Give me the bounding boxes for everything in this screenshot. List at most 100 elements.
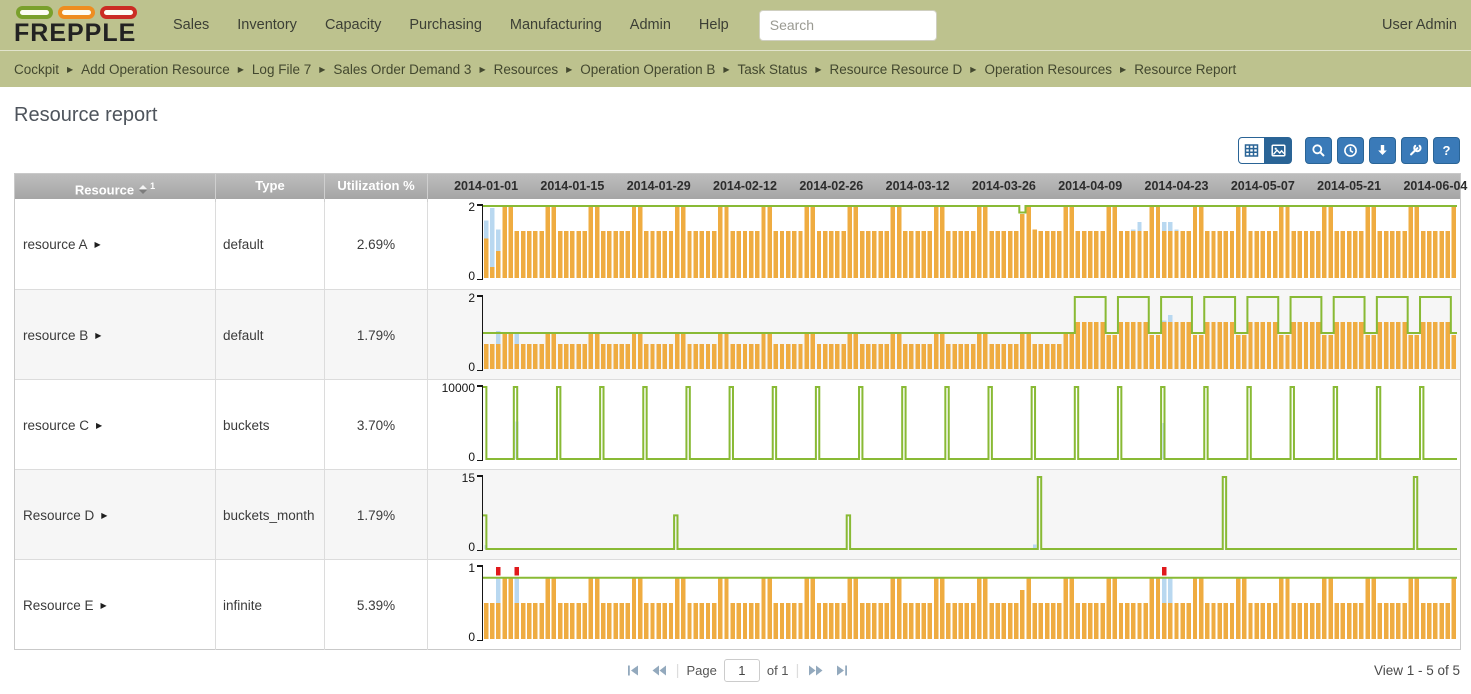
- last-page-icon: [835, 664, 849, 677]
- resource-name-cell: resource A ▶: [15, 199, 216, 289]
- column-header-type[interactable]: Type: [216, 174, 325, 202]
- breadcrumb-separator-icon: ▶: [970, 65, 976, 74]
- breadcrumb-item[interactable]: Resource Report: [1134, 62, 1236, 77]
- type-cell: buckets_month: [216, 470, 325, 560]
- utilization-chart: [483, 565, 1457, 641]
- resource-link[interactable]: Resource E: [23, 598, 94, 613]
- table-header-row: Resource1 Type Utilization % 2014-01-012…: [15, 174, 1460, 199]
- utilization-cell: 3.70%: [325, 380, 428, 470]
- chart-cell: 15 0: [428, 470, 1460, 560]
- y-axis-min-label: 0: [468, 269, 475, 283]
- next-page-icon: [808, 664, 824, 677]
- help-button[interactable]: ?: [1433, 137, 1460, 164]
- search-input[interactable]: [759, 10, 937, 41]
- y-axis-min-label: 0: [468, 540, 475, 554]
- date-column-header: 2014-03-12: [886, 174, 950, 199]
- y-axis-max-label: 1: [468, 561, 475, 575]
- breadcrumb-separator-icon: ▶: [1120, 65, 1126, 74]
- resource-report-table: Resource1 Type Utilization % 2014-01-012…: [14, 173, 1461, 650]
- date-column-header: 2014-01-29: [627, 174, 691, 199]
- breadcrumb-separator-icon: ▶: [566, 65, 572, 74]
- clock-icon: [1343, 143, 1358, 158]
- breadcrumb-item[interactable]: Resources: [494, 62, 559, 77]
- breadcrumb-item[interactable]: Add Operation Resource: [81, 62, 230, 77]
- breadcrumb-separator-icon: ▶: [815, 65, 821, 74]
- type-cell: infinite: [216, 560, 325, 650]
- next-page-button[interactable]: [806, 664, 826, 677]
- image-icon: [1271, 143, 1286, 158]
- sort-order-superscript: 1: [150, 181, 155, 191]
- menu-item-admin[interactable]: Admin: [616, 9, 685, 41]
- first-page-button[interactable]: [624, 664, 642, 677]
- menu-item-help[interactable]: Help: [685, 9, 743, 41]
- graph-view-button[interactable]: [1265, 137, 1292, 164]
- resource-link[interactable]: resource B: [23, 328, 88, 343]
- breadcrumb-item[interactable]: Sales Order Demand 3: [333, 62, 471, 77]
- utilization-chart: [483, 295, 1457, 371]
- main-menu: SalesInventoryCapacityPurchasingManufact…: [159, 9, 743, 41]
- date-column-header: 2014-04-23: [1145, 174, 1209, 199]
- resource-name-cell: resource B ▶: [15, 290, 216, 380]
- column-header-utilization[interactable]: Utilization %: [325, 174, 428, 202]
- resource-link[interactable]: resource C: [23, 418, 89, 433]
- time-buckets-button[interactable]: [1337, 137, 1364, 164]
- menu-item-capacity[interactable]: Capacity: [311, 9, 395, 41]
- expand-caret-icon[interactable]: ▶: [95, 240, 101, 249]
- menu-item-purchasing[interactable]: Purchasing: [395, 9, 496, 41]
- menu-item-manufacturing[interactable]: Manufacturing: [496, 9, 616, 41]
- expand-caret-icon[interactable]: ▶: [95, 331, 101, 340]
- expand-caret-icon[interactable]: ▶: [96, 421, 102, 430]
- breadcrumb-item[interactable]: Operation Resources: [984, 62, 1112, 77]
- expand-caret-icon[interactable]: ▶: [101, 601, 107, 610]
- frepple-logo[interactable]: FREPPLE: [14, 4, 137, 46]
- breadcrumb-separator-icon: ▶: [479, 65, 485, 74]
- user-menu[interactable]: User Admin: [1382, 17, 1457, 33]
- pagination-bar: | Page of 1 | View 1 - 5 of 5: [14, 650, 1461, 690]
- utilization-cell: 2.69%: [325, 199, 428, 289]
- y-axis: 20: [428, 204, 483, 280]
- table-body: resource A▶default2.69%20resource B▶defa…: [15, 199, 1460, 649]
- date-column-header: 2014-04-09: [1058, 174, 1122, 199]
- column-header-resource[interactable]: Resource1: [15, 174, 216, 202]
- date-column-header: 2014-02-26: [799, 174, 863, 199]
- wrench-icon: [1407, 143, 1422, 158]
- menu-item-inventory[interactable]: Inventory: [223, 9, 311, 41]
- expand-caret-icon[interactable]: ▶: [101, 511, 107, 520]
- breadcrumb-item[interactable]: Task Status: [738, 62, 808, 77]
- page-input[interactable]: [724, 659, 760, 682]
- breadcrumb-separator-icon: ▶: [319, 65, 325, 74]
- date-column-header: 2014-02-12: [713, 174, 777, 199]
- pager-separator: |: [676, 662, 680, 679]
- search-filter-button[interactable]: [1305, 137, 1332, 164]
- export-button[interactable]: [1369, 137, 1396, 164]
- breadcrumb-item[interactable]: Resource Resource D: [829, 62, 962, 77]
- search-icon: [1311, 143, 1326, 158]
- page-title: Resource report: [14, 104, 1471, 127]
- customize-button[interactable]: [1401, 137, 1428, 164]
- menu-item-sales[interactable]: Sales: [159, 9, 223, 41]
- y-axis-max-label: 15: [462, 471, 475, 485]
- breadcrumb-item[interactable]: Log File 7: [252, 62, 311, 77]
- resource-link[interactable]: resource A: [23, 237, 88, 252]
- date-column-header: 2014-06-04: [1403, 174, 1467, 199]
- table-row: resource C▶buckets3.70%100000: [15, 379, 1460, 469]
- prev-page-button[interactable]: [649, 664, 669, 677]
- type-cell: default: [216, 199, 325, 289]
- top-navigation-bar: FREPPLE SalesInventoryCapacityPurchasing…: [0, 0, 1471, 50]
- breadcrumb-item[interactable]: Cockpit: [14, 62, 59, 77]
- date-column-header: 2014-05-07: [1231, 174, 1295, 199]
- breadcrumb-item[interactable]: Operation Operation B: [580, 62, 715, 77]
- content-area: Resource report: [0, 104, 1471, 690]
- y-axis-max-label: 10000: [442, 381, 475, 395]
- download-icon: [1375, 143, 1390, 158]
- y-axis: 150: [428, 475, 483, 551]
- y-axis-max-label: 2: [468, 200, 475, 214]
- chart-cell: 100000: [428, 380, 1460, 470]
- resource-link[interactable]: Resource D: [23, 508, 94, 523]
- resource-name-cell: Resource D ▶: [15, 470, 216, 560]
- last-page-button[interactable]: [833, 664, 851, 677]
- table-view-button[interactable]: [1238, 137, 1265, 164]
- chart-cell: 20: [428, 290, 1460, 380]
- utilization-chart: [483, 204, 1457, 280]
- utilization-cell: 5.39%: [325, 560, 428, 650]
